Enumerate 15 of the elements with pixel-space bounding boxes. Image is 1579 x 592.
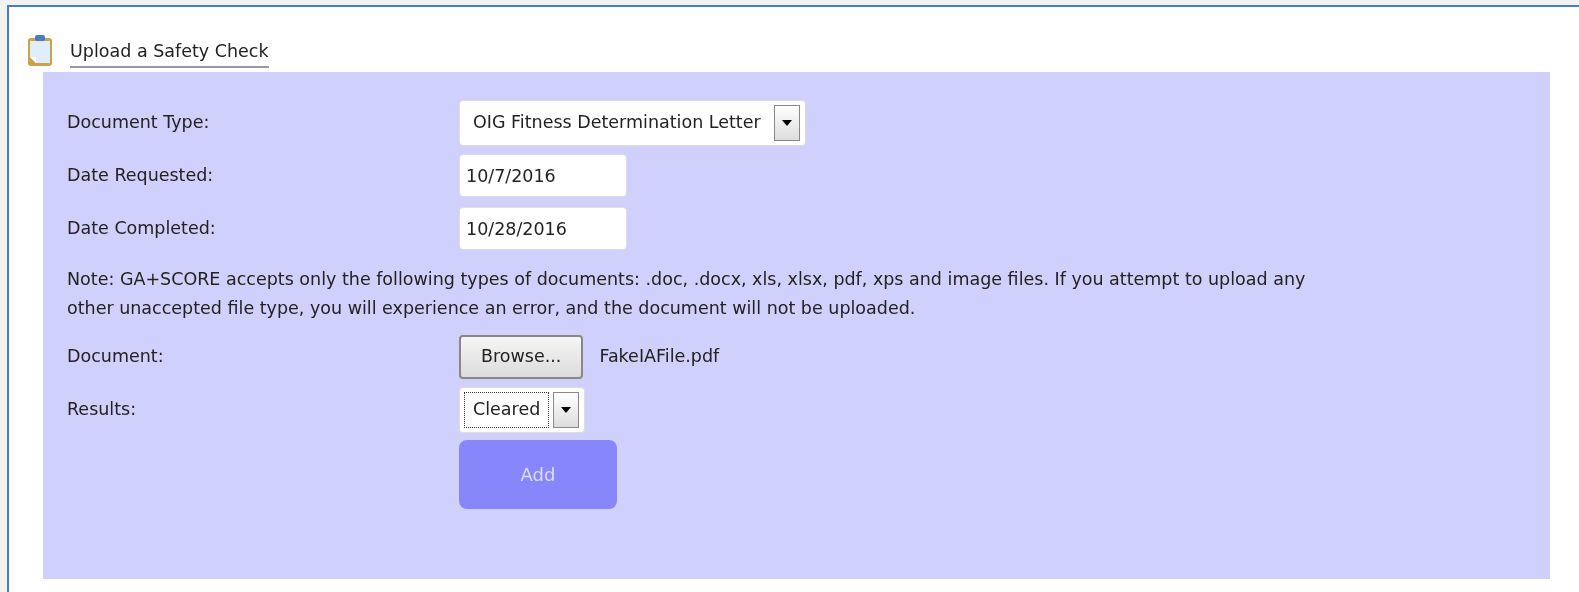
date-field[interactable]: 10/7/2016: [459, 154, 627, 197]
file-name: FakeIAFile.pdf: [599, 345, 720, 369]
field-label: Date Requested:: [67, 164, 215, 188]
dropdown[interactable]: OIG Fitness Determination Letter: [459, 99, 806, 146]
dropdown[interactable]: Cleared: [459, 386, 586, 433]
caret-icon: [561, 406, 572, 413]
browse-button[interactable]: Browse...: [459, 334, 584, 379]
field-label: Document:: [67, 345, 165, 369]
field-label: Document Type:: [67, 111, 211, 135]
field-label: Results:: [67, 398, 138, 422]
field-label: Date Completed:: [67, 217, 217, 241]
section-title: Upload a Safety Check: [70, 37, 269, 68]
note-text: Note: GA+SCORE accepts only the following types of documents: .doc, .docx, xls, xlsx, pdf, xps and image files. If you attempt to upload any other unaccepted file type, you will experience an error, and the document will not be uploaded.: [67, 268, 1307, 320]
date-field[interactable]: 10/28/2016: [459, 207, 627, 250]
caret-icon: [781, 119, 792, 126]
